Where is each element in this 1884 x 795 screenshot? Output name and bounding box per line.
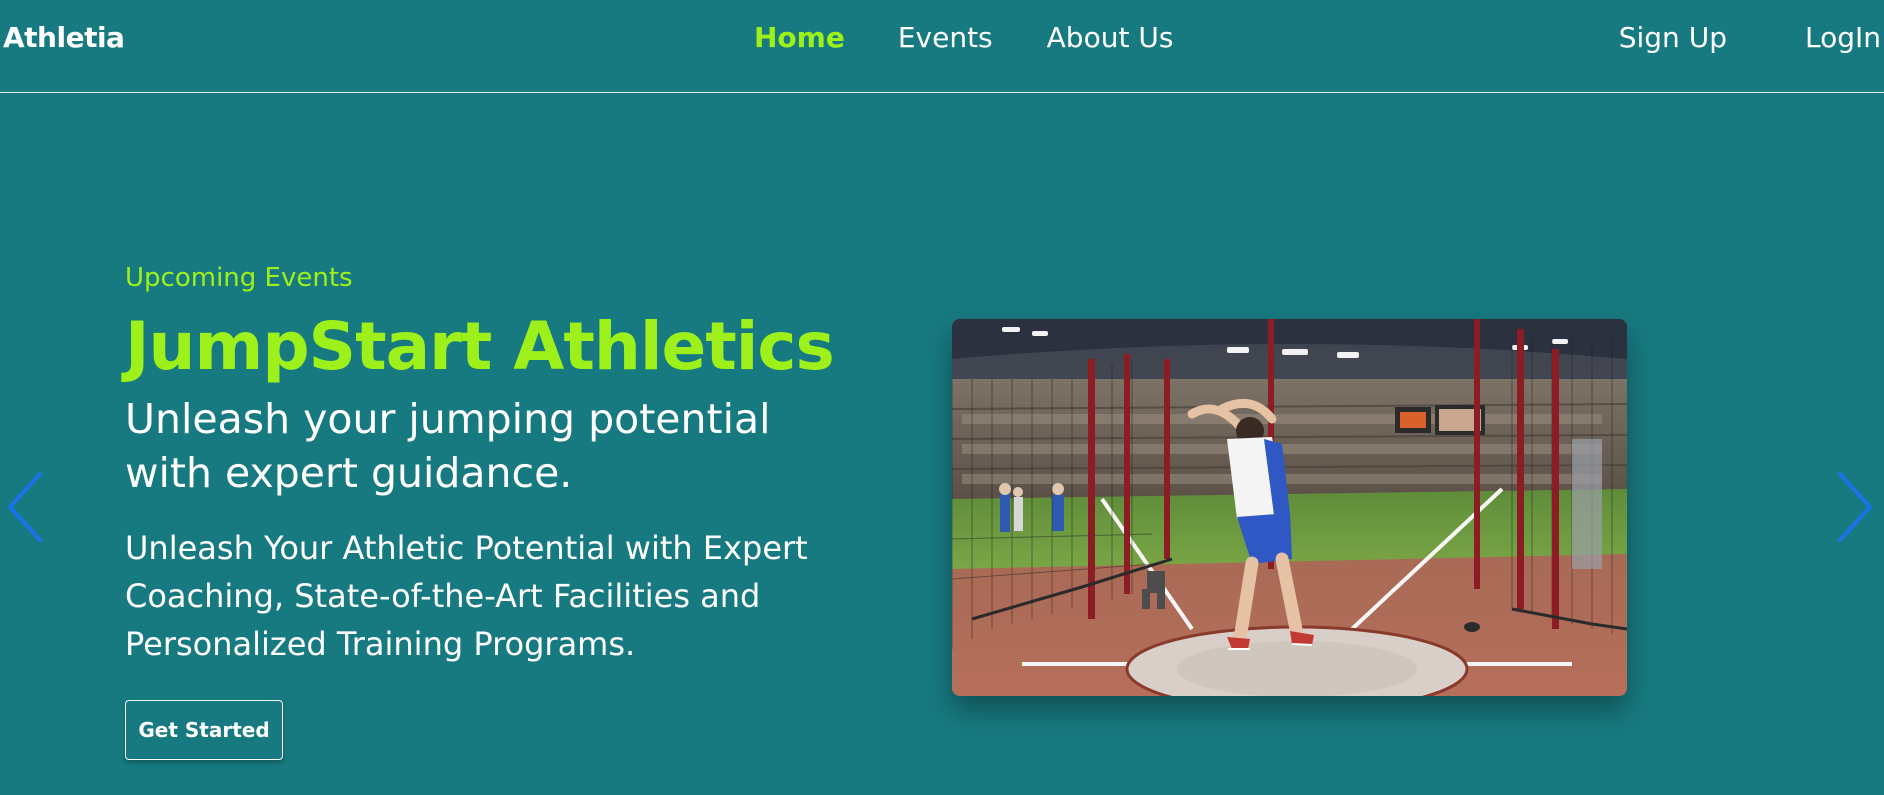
hero-image (952, 319, 1627, 696)
brand-logo[interactable]: Athletia (3, 21, 125, 54)
hero-subtitle: Unleash your jumping potential with expe… (125, 395, 771, 497)
hero-eyebrow: Upcoming Events (125, 263, 353, 293)
navbar: Athletia Home Events About Us Sign Up Lo… (0, 0, 1884, 93)
chevron-right-icon (1838, 472, 1872, 542)
carousel-prev-button[interactable] (4, 470, 50, 544)
nav-about-link[interactable]: About Us (1047, 21, 1174, 54)
auth-nav: Sign Up LogIn (1619, 21, 1884, 54)
hammer-throw-photo (952, 319, 1627, 696)
nav-home-link[interactable]: Home (754, 21, 845, 54)
chevron-left-icon (8, 472, 42, 542)
login-link[interactable]: LogIn (1805, 21, 1881, 54)
signup-link[interactable]: Sign Up (1619, 21, 1727, 54)
carousel-next-button[interactable] (1830, 470, 1876, 544)
hero-title: JumpStart Athletics (125, 308, 835, 385)
main-nav: Home Events About Us (754, 21, 1173, 54)
get-started-button[interactable]: Get Started (125, 700, 283, 760)
hero-description: Unleash Your Athletic Potential with Exp… (125, 529, 808, 663)
hero-content: Upcoming Events JumpStart Athletics Unle… (125, 258, 885, 668)
nav-events-link[interactable]: Events (898, 21, 993, 54)
